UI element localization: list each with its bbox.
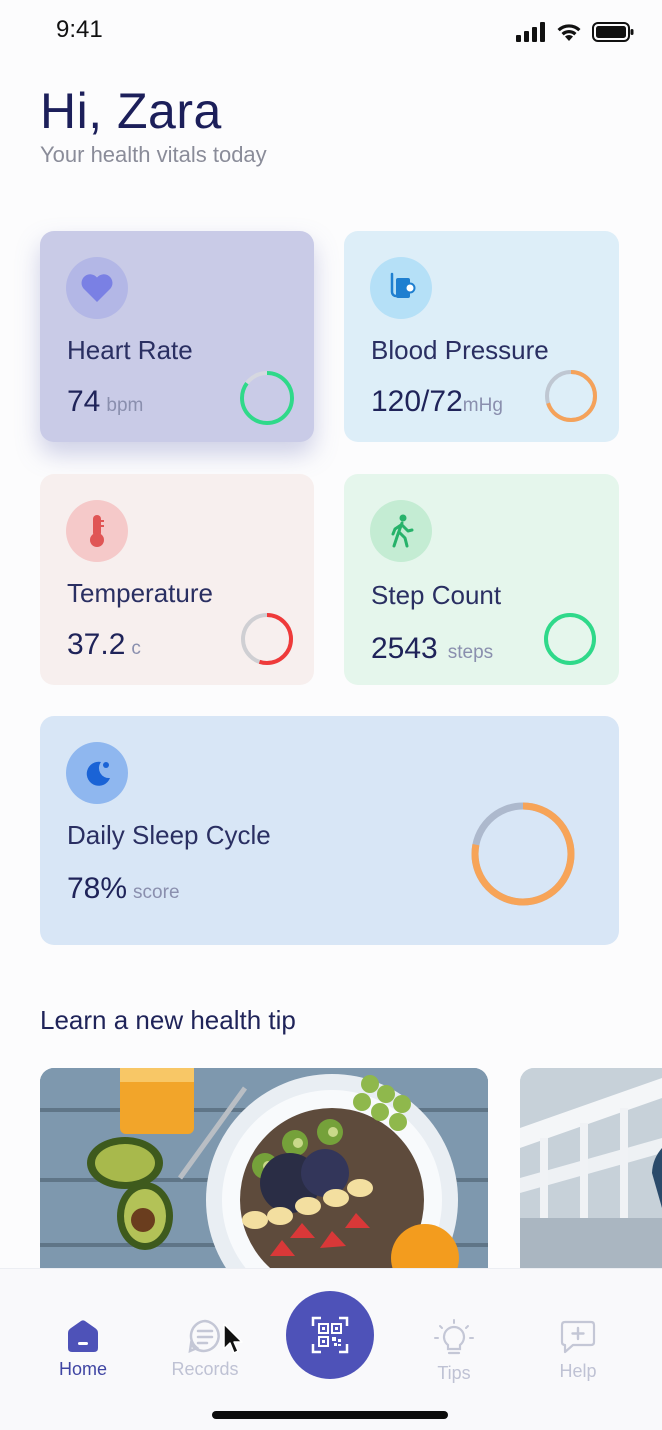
nav-help-label: Help	[559, 1361, 597, 1381]
step-count-card[interactable]: Step Count 2543 steps	[344, 474, 619, 685]
temperature-card[interactable]: Temperature 37.2 c	[40, 474, 314, 685]
qr-code-icon	[311, 1316, 349, 1354]
heart-rate-unit: bpm	[106, 395, 144, 416]
step-count-title: Step Count	[371, 580, 502, 610]
blood-pressure-title: Blood Pressure	[371, 335, 549, 365]
sleep-cycle-progress-ring	[471, 802, 575, 906]
lightbulb-icon	[434, 1319, 474, 1355]
nav-help[interactable]: Help	[533, 1319, 623, 1382]
temperature-value: 37.2 c	[67, 628, 141, 662]
nav-home[interactable]: Home	[38, 1319, 128, 1380]
status-icons	[516, 22, 634, 42]
step-count-progress-ring	[544, 613, 596, 665]
records-icon	[188, 1319, 220, 1353]
step-count-number: 2543	[371, 632, 438, 665]
health-tip-section-title: Learn a new health tip	[40, 1005, 296, 1035]
status-time: 9:41	[56, 16, 103, 43]
moon-icon	[66, 742, 128, 804]
cellular-signal-icon	[516, 22, 545, 42]
temperature-title: Temperature	[67, 578, 213, 608]
greeting-subtitle: Your health vitals today	[40, 142, 267, 167]
nav-tips-label: Tips	[437, 1363, 471, 1383]
status-bar: 9:41	[0, 0, 662, 60]
mouse-cursor-icon	[223, 1323, 243, 1354]
blood-pressure-card[interactable]: Blood Pressure 120/72mHg	[344, 231, 619, 442]
healthy-food-image	[40, 1068, 488, 1273]
heart-rate-title: Heart Rate	[67, 335, 193, 365]
blood-pressure-icon	[370, 257, 432, 319]
help-chat-icon	[560, 1320, 596, 1354]
sleep-cycle-value: 78% score	[67, 872, 180, 906]
progress-ring-arc	[544, 613, 596, 665]
battery-icon	[592, 22, 634, 42]
blood-pressure-unit: mHg	[462, 395, 503, 416]
heart-icon	[66, 257, 128, 319]
nav-home-label: Home	[58, 1359, 107, 1379]
heart-rate-value: 74 bpm	[67, 385, 143, 419]
home-icon	[68, 1320, 98, 1352]
nav-records-label: Records	[171, 1359, 239, 1379]
sleep-cycle-number: 78%	[67, 872, 128, 905]
sleep-cycle-card[interactable]: Daily Sleep Cycle 78% score	[40, 716, 619, 945]
scan-qr-button[interactable]	[286, 1291, 374, 1379]
thermometer-icon	[66, 500, 128, 562]
temperature-unit: c	[131, 638, 141, 659]
greeting-title: Hi, Zara	[40, 83, 222, 139]
health-tip-card-exercise[interactable]	[520, 1068, 662, 1273]
temperature-progress-ring	[241, 613, 293, 665]
step-count-unit: steps	[447, 642, 494, 663]
temperature-number: 37.2	[67, 628, 126, 661]
walking-icon	[370, 500, 432, 562]
health-tip-card-food[interactable]	[40, 1068, 488, 1273]
exercise-image	[520, 1068, 662, 1273]
heart-rate-card[interactable]: Heart Rate 74 bpm	[40, 231, 314, 442]
heart-rate-progress-ring	[240, 371, 294, 425]
blood-pressure-progress-ring	[545, 370, 597, 422]
blood-pressure-number: 120/72	[371, 385, 463, 418]
heart-rate-number: 74	[67, 385, 101, 418]
sleep-cycle-title: Daily Sleep Cycle	[67, 820, 271, 850]
nav-tips[interactable]: Tips	[409, 1319, 499, 1384]
home-indicator	[212, 1411, 448, 1419]
blood-pressure-value: 120/72mHg	[371, 385, 503, 419]
wifi-icon	[557, 24, 581, 41]
step-count-value: 2543 steps	[371, 632, 493, 666]
sleep-cycle-unit: score	[133, 882, 180, 903]
bottom-navigation: Home Records Tips Help	[0, 1268, 662, 1430]
